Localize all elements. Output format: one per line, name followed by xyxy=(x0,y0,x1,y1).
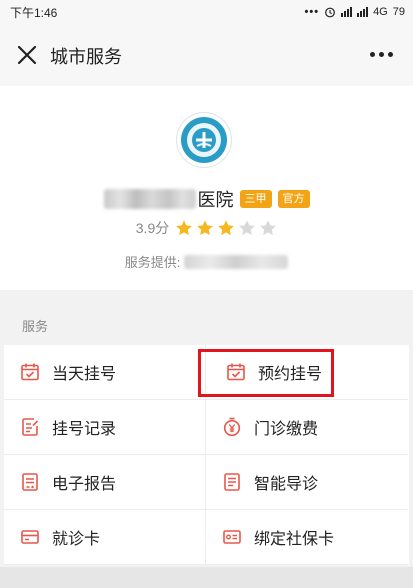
alarm-icon xyxy=(325,7,335,18)
service-label: 就诊卡 xyxy=(52,531,101,548)
service-electronic-report[interactable]: 电子报告 xyxy=(4,455,206,510)
services-section-label: 服务 xyxy=(22,319,49,334)
calendar-check-icon xyxy=(21,363,39,381)
notification-dots-icon: ••• xyxy=(304,6,320,18)
yen-coin-icon xyxy=(223,417,241,437)
provider-label: 服务提供: xyxy=(124,255,181,270)
provider-name-redacted xyxy=(184,254,289,269)
nav-bar: 城市服务 xyxy=(0,24,413,86)
rating-row: 3.9分 xyxy=(0,218,413,238)
signal-icon-2 xyxy=(357,7,369,17)
status-time: 下午1:46 xyxy=(10,5,58,20)
page-title: 城市服务 xyxy=(50,47,122,67)
signal-icon xyxy=(341,7,353,17)
star-empty-icon xyxy=(239,220,256,236)
service-registration-records[interactable]: 挂号记录 xyxy=(4,400,206,455)
service-medical-card[interactable]: 就诊卡 xyxy=(4,510,206,565)
status-icons: ••• 4G 79 xyxy=(305,6,406,18)
more-icon[interactable] xyxy=(370,52,393,57)
hospital-header: 医院 三甲 官方 3.9分 服务提供: xyxy=(0,86,413,290)
service-label: 当天挂号 xyxy=(52,366,117,383)
highlight-box xyxy=(198,349,334,397)
report-icon xyxy=(22,473,38,491)
hospital-name-row: 医院 三甲 官方 xyxy=(0,186,413,212)
star-filled-icon xyxy=(176,220,193,236)
service-label: 电子报告 xyxy=(52,476,117,493)
service-same-day-registration[interactable]: 当天挂号 xyxy=(4,345,206,400)
provider-row: 服务提供: xyxy=(0,252,413,271)
guide-list-icon xyxy=(224,473,240,491)
status-bar: 下午1:46 ••• 4G 79 xyxy=(0,0,413,24)
id-card-icon xyxy=(223,530,241,544)
star-filled-icon xyxy=(197,220,214,236)
service-label: 智能导诊 xyxy=(254,476,319,493)
hospital-logo-icon xyxy=(181,117,227,163)
service-bind-social-security-card[interactable]: 绑定社保卡 xyxy=(206,510,408,565)
service-label: 绑定社保卡 xyxy=(254,531,335,548)
grade-badge: 三甲 xyxy=(239,190,272,208)
service-label: 挂号记录 xyxy=(52,421,117,438)
hospital-name: 医院 xyxy=(197,190,234,210)
hospital-logo xyxy=(176,112,232,168)
star-filled-icon xyxy=(218,220,235,236)
service-label: 门诊缴费 xyxy=(254,421,319,438)
rating-score: 3.9分 xyxy=(135,220,170,236)
document-edit-icon xyxy=(22,418,39,436)
star-empty-icon xyxy=(260,220,277,236)
card-icon xyxy=(21,530,39,544)
battery-level: 79 xyxy=(392,6,405,18)
rating-stars xyxy=(175,219,277,237)
bottom-strip xyxy=(0,567,413,588)
close-icon[interactable] xyxy=(14,42,40,68)
official-badge: 官方 xyxy=(277,190,310,208)
hospital-name-redacted xyxy=(103,189,196,209)
network-type: 4G xyxy=(373,6,388,18)
service-outpatient-payment[interactable]: 门诊缴费 xyxy=(206,400,408,455)
service-smart-triage[interactable]: 智能导诊 xyxy=(206,455,408,510)
